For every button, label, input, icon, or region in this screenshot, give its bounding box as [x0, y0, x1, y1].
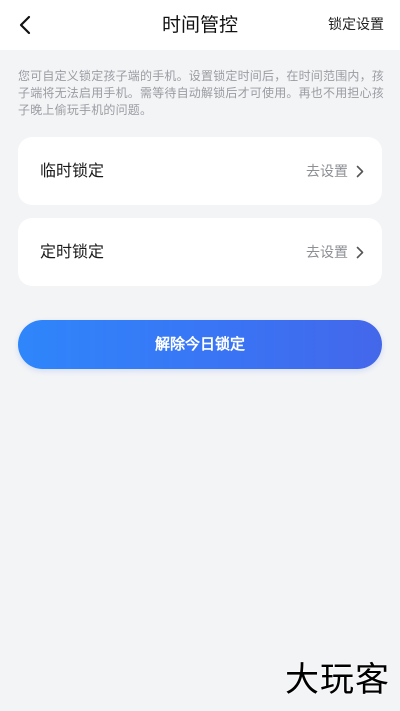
lock-settings-button[interactable]: 锁定设置: [328, 0, 384, 50]
scheduled-lock-label: 定时锁定: [40, 242, 105, 261]
watermark-logo: 大玩客: [285, 660, 390, 700]
lock-description: 您可自定义锁定孩子端的手机。设置锁定时间后，在时间范围内，孩子端将无法启用手机。…: [18, 69, 385, 117]
chevron-right-icon: [356, 246, 364, 259]
scheduled-lock-card[interactable]: 定时锁定 去设置: [18, 218, 382, 286]
temporary-lock-action[interactable]: 去设置: [306, 137, 364, 205]
scheduled-lock-action[interactable]: 去设置: [306, 218, 364, 286]
top-nav-bar: 时间管控 锁定设置: [0, 0, 400, 50]
scheduled-lock-action-label: 去设置: [306, 245, 348, 261]
chevron-right-icon: [356, 165, 364, 178]
unlock-today-button[interactable]: 解除今日锁定: [18, 320, 382, 369]
chevron-left-icon: [19, 15, 31, 35]
temporary-lock-action-label: 去设置: [306, 164, 348, 180]
temporary-lock-card[interactable]: 临时锁定 去设置: [18, 137, 382, 205]
temporary-lock-label: 临时锁定: [40, 161, 105, 180]
back-button[interactable]: [10, 10, 40, 40]
